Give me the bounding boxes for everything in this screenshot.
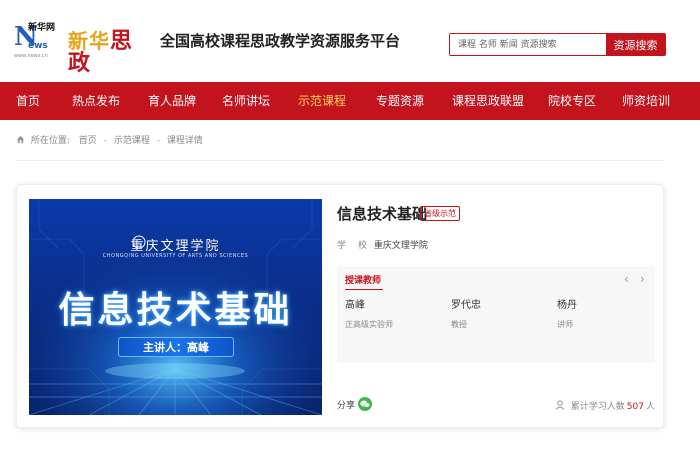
logo-cn-text: 新华网: [28, 23, 56, 33]
search-box: 资源搜索: [449, 33, 666, 56]
teacher-title: 教授: [451, 320, 467, 329]
teacher-card[interactable]: 罗代忠 教授: [451, 299, 541, 331]
nav-item-alliance[interactable]: 课程思政联盟: [452, 82, 524, 120]
learner-count-unit: 人: [645, 402, 655, 412]
cover-school-name: 重庆文理学院: [130, 239, 221, 254]
teacher-name: 杨丹: [557, 300, 577, 311]
learner-count-label: 累计学习人数: [570, 402, 625, 412]
chevron-left-icon[interactable]: ‹: [624, 272, 629, 286]
breadcrumb-separator: -: [156, 136, 160, 146]
teachers-heading-underline: [345, 289, 383, 290]
logo-mark-suffix: ews: [28, 41, 48, 51]
course-card: 重庆文理学院 CHONGQING UNIVERSITY OF ARTS AND …: [16, 184, 664, 428]
nav-item-hot-news[interactable]: 热点发布: [72, 82, 120, 120]
teacher-title: 讲师: [557, 320, 573, 329]
breadcrumb-separator: -: [103, 136, 107, 146]
nav-item-teacher-training[interactable]: 师资培训: [622, 82, 670, 120]
site-logo[interactable]: N 新华网 ews www.news.cn 新华思政: [14, 18, 154, 75]
nav-item-home[interactable]: 首页: [16, 82, 40, 120]
teachers-panel: 授课教师 ‹ › 高峰 正高级实验师 罗代忠 教授 杨丹 讲师: [337, 267, 655, 363]
teacher-title: 正高级实验师: [345, 320, 393, 329]
cover-speaker: 主讲人：高峰: [118, 337, 234, 357]
breadcrumb-current: 课程详情: [166, 136, 203, 146]
breadcrumb-home[interactable]: 首页: [79, 134, 97, 148]
teachers-heading: 授课教师: [345, 276, 382, 286]
search-button[interactable]: 资源搜索: [606, 34, 665, 55]
breadcrumb-model-courses[interactable]: 示范课程: [114, 134, 150, 148]
school-row: 学校 重庆文理学院: [337, 240, 428, 252]
nav-item-colleges[interactable]: 院校专区: [548, 82, 596, 120]
school-label: 学校: [337, 241, 380, 251]
divider: [16, 160, 664, 161]
site-title: 全国高校课程思政教学资源服务平台: [160, 32, 401, 50]
search-input[interactable]: [450, 34, 607, 55]
cover-course-title: 信息技术基础: [58, 290, 293, 331]
course-title: 信息技术基础: [337, 205, 428, 223]
nav-item-lectures[interactable]: 名师讲坛: [222, 82, 270, 120]
home-icon: [16, 135, 25, 144]
breadcrumb: 所在位置: 首页 - 示范课程 - 课程详情: [16, 134, 203, 148]
learner-count-value: 507: [626, 402, 644, 412]
teacher-name: 罗代忠: [451, 300, 481, 311]
cover-school-name-en: CHONGQING UNIVERSITY OF ARTS AND SCIENCE…: [102, 253, 249, 259]
logo-url: www.news.cn: [14, 53, 48, 59]
teacher-name: 高峰: [345, 300, 365, 311]
chevron-right-icon[interactable]: ›: [640, 272, 645, 286]
wechat-share-icon[interactable]: [358, 397, 372, 411]
nav-item-model-courses[interactable]: 示范课程: [298, 82, 346, 120]
nav-item-topic-resources[interactable]: 专题资源: [376, 82, 424, 120]
teacher-card[interactable]: 高峰 正高级实验师: [345, 299, 435, 331]
course-cover-image[interactable]: 重庆文理学院 CHONGQING UNIVERSITY OF ARTS AND …: [29, 199, 322, 415]
school-value[interactable]: 重庆文理学院: [374, 241, 428, 251]
site-header: N 新华网 ews www.news.cn 新华思政 全国高校课程思政教学资源服…: [0, 0, 700, 82]
course-level-badge: 省级示范: [420, 206, 460, 221]
course-info: 信息技术基础 省级示范 学校 重庆文理学院 授课教师 ‹ › 高峰 正高级实验师…: [337, 199, 655, 415]
main-nav: 首页 热点发布 育人品牌 名师讲坛 示范课程 专题资源 课程思政联盟 院校专区 …: [0, 82, 700, 120]
teacher-card[interactable]: 杨丹 讲师: [557, 299, 647, 331]
user-icon: [555, 400, 565, 410]
breadcrumb-prefix: 所在位置:: [30, 136, 70, 146]
xinhua-news-logo: N 新华网 ews www.news.cn: [14, 18, 62, 66]
nav-item-education-brand[interactable]: 育人品牌: [148, 82, 196, 120]
brand-name: 新华思政: [68, 30, 154, 74]
share-label: 分享: [337, 401, 356, 411]
learner-count: 累计学习人数 507 人: [555, 399, 655, 414]
wechat-glyph: [360, 400, 370, 408]
